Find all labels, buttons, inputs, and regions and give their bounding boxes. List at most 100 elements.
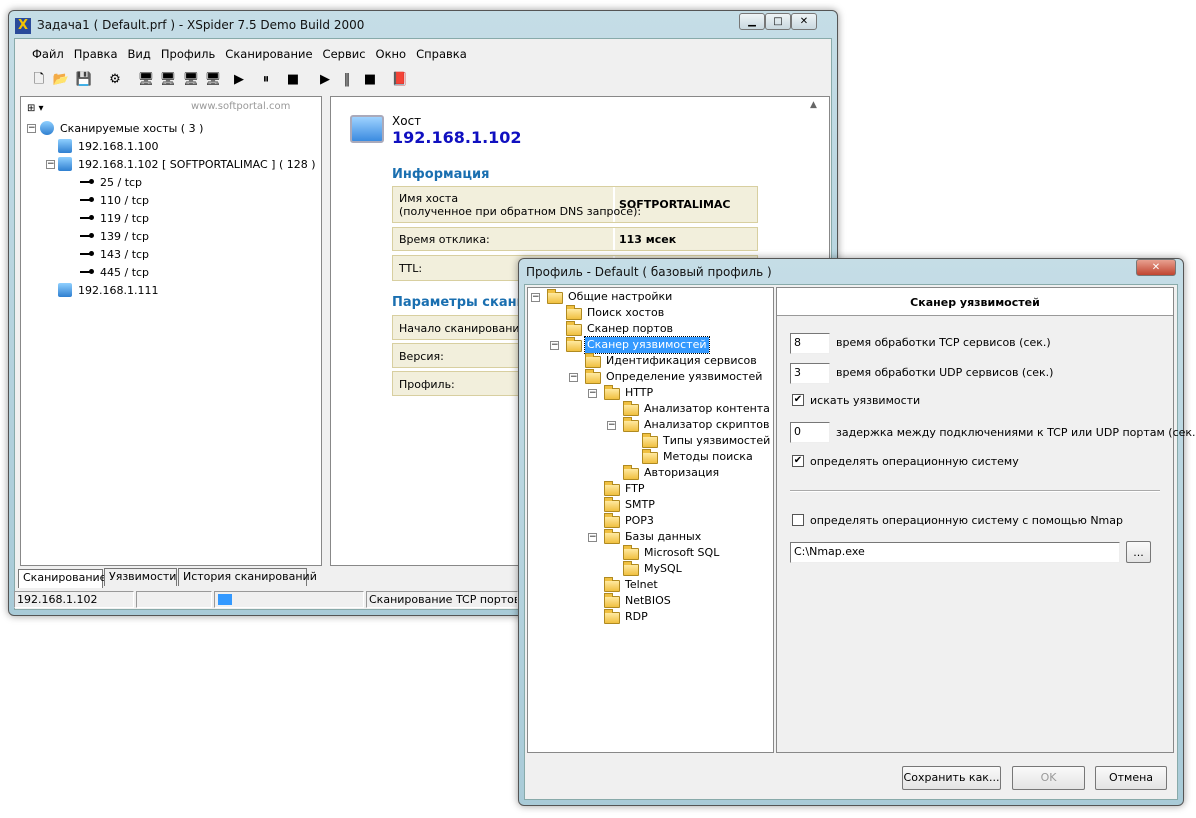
scroll-up-button[interactable]: ▲ [810, 100, 817, 110]
menu-item[interactable]: Сервис [323, 47, 366, 61]
profile-tree-node[interactable]: NetBIOS [623, 593, 673, 609]
dialog-close-button[interactable]: ✕ [1136, 259, 1176, 276]
tree-node[interactable]: 445 / tcp [100, 265, 149, 281]
profile-tree-node[interactable]: Microsoft SQL [642, 545, 721, 561]
folder-icon [642, 449, 658, 464]
tree-node[interactable]: 192.168.1.102 [ SOFTPORTALIMAC ] ( 128 ) [78, 157, 316, 173]
profile-tree-node[interactable]: Авторизация [642, 465, 721, 481]
profile-tree-node[interactable]: RDP [623, 609, 650, 625]
tab-scanning[interactable]: Сканирование [18, 569, 106, 588]
save-as-button[interactable]: Сохранить как... [902, 766, 1001, 790]
delay-input[interactable]: 0 [790, 422, 830, 443]
menu-item[interactable]: Справка [416, 47, 467, 61]
collapse-toggle[interactable]: − [588, 533, 597, 542]
udp-time-input[interactable]: 3 [790, 363, 830, 384]
tree-node[interactable]: Сканируемые хосты ( 3 ) [60, 121, 203, 137]
stop-icon[interactable]: ■ [361, 71, 379, 89]
folder-icon [585, 353, 601, 368]
profile-tree-node[interactable]: Поиск хостов [585, 305, 666, 321]
profile-tree-node[interactable]: Telnet [623, 577, 660, 593]
profile-tree-node[interactable]: FTP [623, 481, 647, 497]
collapse-toggle[interactable]: − [550, 341, 559, 350]
add-hosts-icon[interactable]: 🖥 [159, 71, 177, 89]
nmap-path-input[interactable]: C:\Nmap.exe [790, 542, 1120, 563]
folder-icon [604, 513, 620, 528]
minimize-button[interactable]: ▁ [739, 13, 765, 30]
profile-tree-node[interactable]: Типы уязвимостей [661, 433, 772, 449]
folder-icon [623, 401, 639, 416]
nmap-label: определять операционную систему с помощь… [810, 514, 1123, 527]
collapse-toggle[interactable]: − [588, 389, 597, 398]
help-book-icon[interactable]: 📕 [391, 71, 409, 89]
find-vulns-label: искать уязвимости [810, 394, 921, 407]
save-icon[interactable]: 💾 [75, 71, 93, 89]
tcp-time-label: время обработки TCP сервисов (сек.) [836, 336, 1051, 349]
open-icon[interactable]: 📂 [52, 71, 70, 89]
host-ip: 192.168.1.102 [392, 128, 522, 147]
new-icon[interactable]: 🗋 [30, 71, 48, 89]
browse-button[interactable]: ... [1126, 541, 1151, 563]
collapse-toggle[interactable]: − [607, 421, 616, 430]
profile-tree-node[interactable]: Базы данных [623, 529, 703, 545]
profile-tree-node[interactable]: Методы поиска [661, 449, 755, 465]
tree-node[interactable]: 139 / tcp [100, 229, 149, 245]
tree-node[interactable]: 192.168.1.100 [78, 139, 158, 155]
profile-tree-node[interactable]: Сканер портов [585, 321, 675, 337]
profile-tree-node[interactable]: Анализатор контента [642, 401, 772, 417]
profile-tree-node[interactable]: POP3 [623, 513, 656, 529]
folder-icon [566, 337, 582, 352]
profile-tree-node[interactable]: Определение уязвимостей [604, 369, 764, 385]
port-icon [80, 179, 94, 184]
globe-icon [40, 121, 54, 135]
stop-selected-icon[interactable]: ■ [284, 71, 302, 89]
start-selected-icon[interactable]: ▶ [230, 71, 248, 89]
folder-icon [604, 609, 620, 624]
menu-item[interactable]: Файл [32, 47, 64, 61]
profile-tree-node[interactable]: SMTP [623, 497, 657, 513]
profile-tree-node[interactable]: Общие настройки [566, 289, 674, 305]
menu-item[interactable]: Сканирование [225, 47, 312, 61]
tree-node[interactable]: 119 / tcp [100, 211, 149, 227]
remove-host-icon[interactable]: 🖥 [204, 71, 222, 89]
start-icon[interactable]: ▶ [316, 71, 334, 89]
tree-node[interactable]: 143 / tcp [100, 247, 149, 263]
collapse-toggle[interactable]: − [27, 124, 36, 133]
profile-tree-node[interactable]: HTTP [623, 385, 655, 401]
profile-tree-node[interactable]: MySQL [642, 561, 684, 577]
host-icon [58, 139, 72, 153]
tab-scan-history[interactable]: История сканирований [178, 568, 317, 586]
host-label: Хост [392, 114, 422, 128]
collapse-toggle[interactable]: − [46, 160, 55, 169]
tree-node[interactable]: 110 / tcp [100, 193, 149, 209]
nmap-checkbox[interactable] [792, 514, 804, 526]
tree-node[interactable]: 192.168.1.111 [78, 283, 158, 299]
ok-button[interactable]: OK [1012, 766, 1085, 790]
maximize-button[interactable]: □ [765, 13, 791, 30]
profile-tree-node[interactable]: Анализатор скриптов [642, 417, 771, 433]
host-icon [58, 157, 72, 171]
close-button[interactable]: ✕ [791, 13, 817, 30]
detect-os-checkbox[interactable]: ✔ [792, 455, 804, 467]
profile-tree-node[interactable]: Сканер уязвимостей [584, 336, 710, 354]
info-label: TTL: [399, 262, 423, 275]
menu-item[interactable]: Окно [376, 47, 407, 61]
tab-vulnerabilities[interactable]: Уязвимости [104, 568, 177, 586]
profile-tree-node[interactable]: Идентификация сервисов [604, 353, 759, 369]
collapse-toggle[interactable]: − [531, 293, 540, 302]
tree-node[interactable]: 25 / tcp [100, 175, 142, 191]
menu-item[interactable]: Профиль [161, 47, 215, 61]
find-vulns-checkbox[interactable]: ✔ [792, 394, 804, 406]
tcp-time-input[interactable]: 8 [790, 333, 830, 354]
cancel-button[interactable]: Отмена [1095, 766, 1167, 790]
settings-icon[interactable]: ⚙ [106, 71, 124, 89]
app-logo-icon: X [15, 18, 31, 34]
tree-expand-dropdown[interactable]: ⊞ ▾ [27, 103, 44, 114]
collapse-toggle[interactable]: − [569, 373, 578, 382]
pause-icon[interactable]: ‖ [338, 71, 356, 89]
menu-item[interactable]: Правка [74, 47, 118, 61]
menu-item[interactable]: Вид [128, 47, 151, 61]
window-title: Задача1 ( Default.prf ) - XSpider 7.5 De… [37, 18, 365, 32]
pause-selected-icon[interactable]: ⏸ [257, 71, 275, 89]
import-hosts-icon[interactable]: 🖥 [182, 71, 200, 89]
add-host-icon[interactable]: 🖥 [137, 71, 155, 89]
